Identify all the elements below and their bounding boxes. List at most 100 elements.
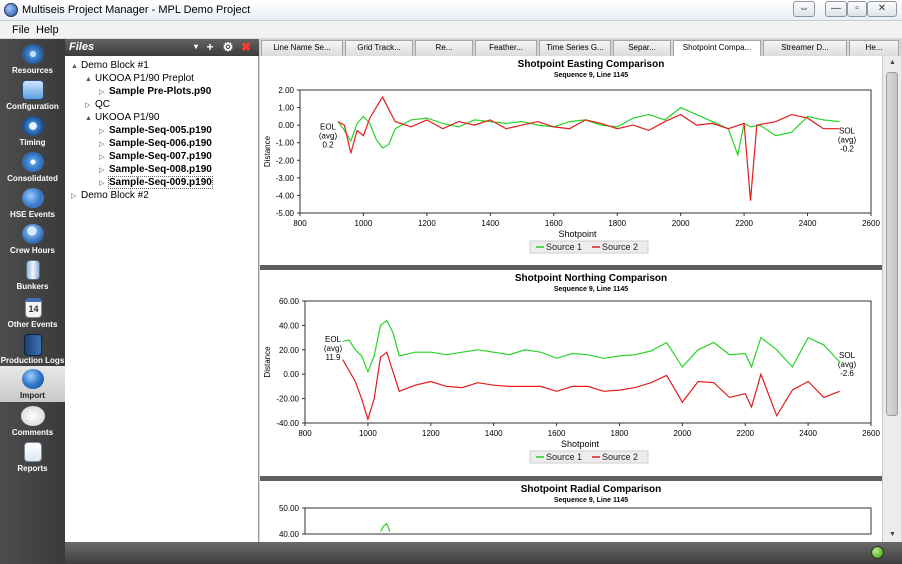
tree-label: Sample-Seq-009.p190 bbox=[108, 176, 213, 189]
scroll-up-icon[interactable]: ▲ bbox=[883, 56, 902, 70]
tab-time-series[interactable]: Time Series G... bbox=[539, 40, 611, 56]
minimize-button[interactable]: — bbox=[825, 1, 847, 17]
nav-item-consolidated[interactable]: Consolidated bbox=[0, 149, 65, 185]
tree-item[interactable]: ▲ Demo Block #1 bbox=[71, 59, 149, 72]
nav-item-hse-events[interactable]: HSE Events bbox=[0, 185, 65, 221]
y-tick-label: -3.00 bbox=[276, 174, 295, 183]
tree-label: Demo Block #2 bbox=[81, 190, 149, 201]
menu-help[interactable]: Help bbox=[36, 24, 59, 36]
add-file-button[interactable]: + bbox=[203, 40, 217, 54]
expand-arrow-icon[interactable]: ▲ bbox=[85, 112, 95, 125]
tree-item[interactable]: ▷ Sample Pre-Plots.p90 bbox=[99, 85, 211, 98]
nav-item-bunkers[interactable]: Bunkers bbox=[0, 257, 65, 293]
crew-hours-icon bbox=[22, 224, 44, 244]
tree-item[interactable]: ▲ UKOOA P1/90 Preplot bbox=[85, 72, 194, 85]
menu-bar: File Help bbox=[0, 21, 902, 39]
y-tick-label: -2.00 bbox=[276, 156, 295, 165]
restore-layout-button[interactable]: ⇔ bbox=[793, 1, 815, 17]
tree-item[interactable]: ▷ Demo Block #2 bbox=[71, 189, 149, 202]
expand-arrow-icon[interactable]: ▲ bbox=[85, 73, 95, 86]
nav-item-timing[interactable]: Timing bbox=[0, 113, 65, 149]
nav-item-crew-hours[interactable]: Crew Hours bbox=[0, 221, 65, 257]
nav-label: Consolidated bbox=[7, 174, 58, 183]
y-tick-label: 0.00 bbox=[278, 121, 294, 130]
tab-separation[interactable]: Separ... bbox=[613, 40, 671, 56]
tab-feather[interactable]: Feather... bbox=[475, 40, 537, 56]
files-title: Files bbox=[69, 41, 95, 53]
nav-item-reports[interactable]: Reports bbox=[0, 439, 65, 475]
x-tick-label: 800 bbox=[298, 429, 312, 438]
window-title: Multiseis Project Manager - MPL Demo Pro… bbox=[22, 4, 251, 16]
y-tick-label: -4.00 bbox=[276, 191, 295, 200]
tab-line-name[interactable]: Line Name Se... bbox=[261, 40, 343, 56]
nav-label: Configuration bbox=[6, 102, 59, 111]
sol-annotation: -2.6 bbox=[840, 369, 854, 378]
chart-separator bbox=[260, 476, 882, 481]
delete-icon[interactable]: ✖ bbox=[239, 40, 253, 54]
comments-icon bbox=[21, 406, 45, 426]
nav-label: Comments bbox=[11, 428, 54, 437]
nav-item-comments[interactable]: Comments bbox=[0, 403, 65, 439]
y-tick-label: 1.00 bbox=[278, 104, 294, 113]
nav-item-import[interactable]: Import bbox=[0, 366, 65, 402]
y-tick-label: 0.00 bbox=[283, 370, 299, 379]
tree-label: UKOOA P1/90 bbox=[95, 112, 160, 123]
vertical-scrollbar[interactable]: ▲ ▼ bbox=[882, 56, 901, 542]
tree-item[interactable]: ▷ QC bbox=[85, 98, 110, 111]
scroll-thumb[interactable] bbox=[886, 72, 898, 416]
tree-label: Sample Pre-Plots.p90 bbox=[109, 86, 212, 97]
sol-annotation: (avg) bbox=[838, 136, 857, 145]
series-line-2 bbox=[342, 351, 840, 422]
expand-arrow-icon[interactable]: ▲ bbox=[71, 60, 81, 73]
tree-item-selected[interactable]: ▷ Sample-Seq-009.p190 bbox=[99, 176, 213, 189]
tree-label: QC bbox=[95, 99, 110, 110]
status-led-icon bbox=[871, 546, 884, 559]
tree-label: Sample-Seq-006.p190 bbox=[109, 138, 212, 149]
settings-icon[interactable]: ⚙ bbox=[221, 40, 235, 54]
dropdown-icon[interactable]: ▾ bbox=[189, 40, 203, 54]
tree-label: Demo Block #1 bbox=[81, 60, 149, 71]
tree-item[interactable]: ▷ Sample-Seq-006.p190 bbox=[99, 137, 212, 150]
y-axis-label: Distance bbox=[263, 135, 272, 167]
production-logs-icon bbox=[24, 334, 42, 356]
x-tick-label: 2000 bbox=[673, 429, 691, 438]
expand-arrow-icon[interactable]: ▷ bbox=[71, 190, 81, 203]
tab-re[interactable]: Re... bbox=[415, 40, 473, 56]
tree-item[interactable]: ▷ Sample-Seq-008.p190 bbox=[99, 163, 212, 176]
tab-grid-track[interactable]: Grid Track... bbox=[345, 40, 413, 56]
nav-item-resources[interactable]: Resources bbox=[0, 41, 65, 77]
x-tick-label: 2400 bbox=[799, 429, 817, 438]
menu-file[interactable]: File bbox=[12, 24, 30, 36]
tab-shotpoint-comparison[interactable]: Shotpoint Compa... bbox=[673, 40, 761, 57]
nav-item-configuration[interactable]: Configuration bbox=[0, 77, 65, 113]
reports-icon bbox=[24, 442, 42, 462]
x-tick-label: 1200 bbox=[422, 429, 440, 438]
nav-item-production-logs[interactable]: Production Logs bbox=[0, 331, 65, 367]
tree-label: UKOOA P1/90 Preplot bbox=[95, 73, 194, 84]
y-tick-label: -40.00 bbox=[276, 419, 299, 428]
y-tick-label: -5.00 bbox=[276, 209, 295, 218]
scroll-down-icon[interactable]: ▼ bbox=[883, 528, 902, 542]
x-tick-label: 1600 bbox=[545, 219, 563, 228]
tree-item[interactable]: ▲ UKOOA P1/90 bbox=[85, 111, 159, 124]
configuration-icon bbox=[22, 80, 44, 100]
eol-annotation: (avg) bbox=[319, 132, 338, 141]
tab-streamer[interactable]: Streamer D... bbox=[763, 40, 847, 56]
maximize-button[interactable]: ▫ bbox=[847, 1, 867, 17]
legend-label: Source 2 bbox=[602, 452, 638, 462]
tree-item[interactable]: ▷ Sample-Seq-007.p190 bbox=[99, 150, 212, 163]
x-tick-label: 2200 bbox=[735, 219, 753, 228]
tab-he[interactable]: He... bbox=[849, 40, 899, 56]
close-button[interactable]: ✕ bbox=[867, 1, 897, 17]
series-line-2 bbox=[337, 95, 840, 201]
sol-annotation: SOL bbox=[839, 127, 856, 136]
legend-label: Source 1 bbox=[546, 242, 582, 252]
nav-label: Import bbox=[20, 391, 45, 400]
series-line-1 bbox=[342, 319, 841, 374]
chart-subtitle: Sequence 9, Line 1145 bbox=[554, 497, 628, 504]
timing-icon bbox=[22, 116, 44, 136]
x-axis-label: Shotpoint bbox=[558, 229, 597, 239]
nav-item-other-events[interactable]: 14 Other Events bbox=[0, 295, 65, 331]
x-tick-label: 1400 bbox=[485, 429, 503, 438]
tree-item[interactable]: ▷ Sample-Seq-005.p190 bbox=[99, 124, 212, 137]
